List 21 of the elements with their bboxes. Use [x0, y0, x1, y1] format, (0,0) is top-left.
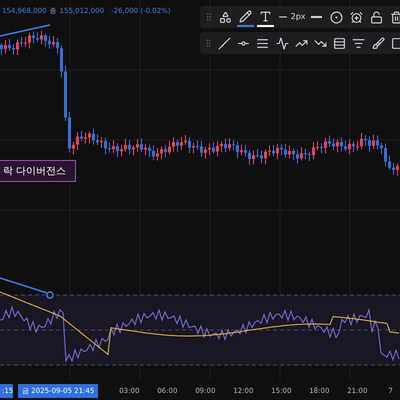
alarm-icon	[350, 10, 364, 24]
tool-icon	[333, 36, 346, 50]
trend-line[interactable]	[0, 277, 48, 294]
tool-icon	[372, 36, 385, 50]
lock-icon	[370, 10, 384, 24]
grip-icon[interactable]	[204, 37, 213, 49]
tool-icon	[218, 36, 232, 50]
trend-line[interactable]	[0, 24, 50, 37]
tool-icon	[256, 36, 270, 50]
tool-icon	[352, 36, 366, 50]
trend-line-handle[interactable]	[46, 291, 54, 299]
pencil-icon	[238, 10, 252, 22]
text-icon	[258, 10, 272, 22]
line-width-button[interactable]: 2px	[276, 7, 306, 27]
grip-icon[interactable]	[204, 11, 214, 23]
trash-icon	[390, 10, 400, 24]
tool-icon	[276, 36, 289, 50]
tool-icon	[390, 36, 400, 50]
shapes-icon	[218, 10, 232, 24]
target-icon	[330, 10, 344, 24]
divergence-label: 락 다이버전스	[0, 160, 76, 182]
